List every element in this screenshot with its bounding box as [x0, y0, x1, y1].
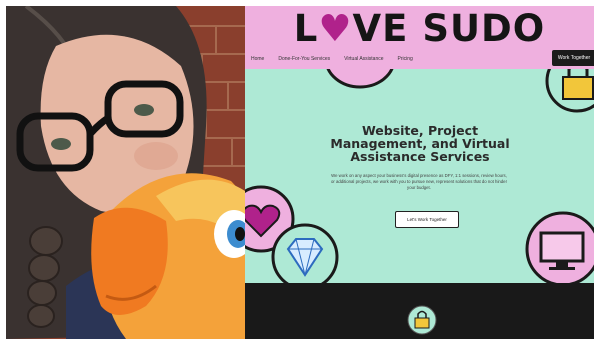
profile-photo — [6, 6, 245, 339]
nav-item-virtual-assistance[interactable]: Virtual Assistance — [344, 56, 383, 62]
footer-lock-icon — [407, 305, 437, 335]
site-header: L♥VE SUDO Home Done-For-You Services Vir… — [245, 6, 594, 69]
hero-description: We work on any aspect your business's di… — [330, 173, 508, 190]
logo-prefix: L — [293, 7, 319, 50]
monitor-icon — [525, 211, 594, 283]
nav-item-pricing[interactable]: Pricing — [398, 56, 413, 62]
lets-work-together-button[interactable]: Let's Work Together — [395, 211, 459, 228]
hero-section: Website, Project Management, and Virtual… — [245, 69, 594, 283]
hero-title: Website, Project Management, and Virtual… — [330, 123, 510, 164]
diamond-icon — [271, 223, 339, 283]
nav-item-home[interactable]: Home — [251, 56, 264, 62]
nav-item-services[interactable]: Done-For-You Services — [278, 56, 330, 62]
logo-suffix: VE SUDO — [352, 7, 546, 50]
site-logo[interactable]: L♥VE SUDO — [245, 8, 594, 50]
lock-icon — [545, 69, 594, 113]
user-icon — [326, 69, 394, 89]
website-screenshot: L♥VE SUDO Home Done-For-You Services Vir… — [245, 6, 594, 339]
work-together-button[interactable]: Work Together — [552, 50, 594, 66]
screenshot-frame: L♥VE SUDO Home Done-For-You Services Vir… — [6, 6, 594, 339]
site-nav: Home Done-For-You Services Virtual Assis… — [251, 53, 413, 65]
heart-icon: ♥ — [318, 7, 353, 50]
dark-section — [245, 283, 594, 339]
